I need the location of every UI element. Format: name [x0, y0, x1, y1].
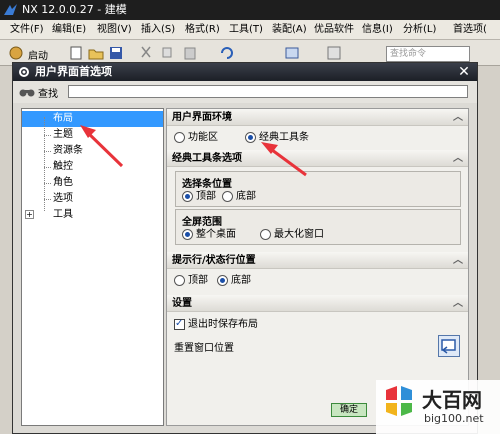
annotation-arrows [80, 125, 307, 177]
watermark-brand: 大百网 [422, 388, 482, 412]
arrow-to-layout-icon [80, 125, 124, 168]
watermark: 大百网 big100.net [376, 380, 500, 434]
watermark-url: big100.net [424, 412, 484, 425]
arrow-to-classic-toolbar-icon [261, 142, 307, 177]
watermark-logo-icon [386, 386, 412, 416]
